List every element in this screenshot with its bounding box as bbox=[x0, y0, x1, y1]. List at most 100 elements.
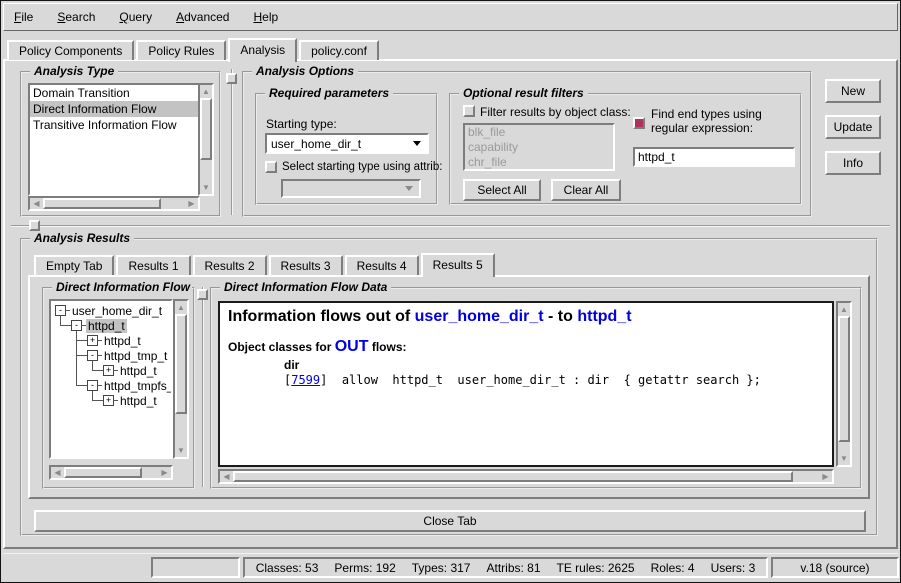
scroll-up-icon[interactable]: ▲ bbox=[200, 85, 212, 98]
rule-number-link[interactable]: 7599 bbox=[291, 373, 320, 387]
scroll-thumb[interactable] bbox=[200, 98, 212, 160]
tree-node-label-selected[interactable]: httpd_t bbox=[86, 319, 127, 333]
object-class-item: capability bbox=[465, 140, 613, 155]
tab-empty-tab[interactable]: Empty Tab bbox=[34, 255, 114, 275]
regex-checkbox[interactable] bbox=[633, 117, 645, 129]
scroll-track[interactable] bbox=[838, 316, 850, 452]
flow-data-hscrollbar[interactable]: ◀ ▶ bbox=[218, 469, 834, 484]
menu-help[interactable]: Help bbox=[253, 10, 278, 24]
tree-node[interactable]: + httpd_t bbox=[51, 333, 171, 348]
select-all-button[interactable]: Select All bbox=[463, 179, 541, 201]
analysis-type-vscrollbar[interactable]: ▲ ▼ bbox=[198, 83, 214, 196]
tab-policy-conf[interactable]: policy.conf bbox=[299, 40, 379, 60]
tab-results-2[interactable]: Results 2 bbox=[193, 255, 267, 275]
tree-node[interactable]: + httpd_t bbox=[51, 363, 171, 378]
starting-type-value: user_home_dir_t bbox=[271, 137, 407, 151]
scroll-down-icon[interactable]: ▼ bbox=[200, 181, 212, 194]
pane-sash-vertical[interactable] bbox=[231, 69, 233, 215]
tree-node-label[interactable]: httpd_t bbox=[118, 364, 159, 378]
results-sash-handle[interactable] bbox=[197, 289, 208, 300]
scroll-track[interactable] bbox=[43, 198, 185, 209]
scroll-right-icon[interactable]: ▶ bbox=[819, 471, 832, 482]
tab-results-4[interactable]: Results 4 bbox=[345, 255, 419, 275]
close-tab-button[interactable]: Close Tab bbox=[34, 510, 866, 532]
scroll-left-icon[interactable]: ◀ bbox=[51, 467, 64, 478]
regex-checkbox-label: Find end types using regular expression: bbox=[651, 107, 796, 135]
scroll-thumb[interactable] bbox=[175, 314, 187, 414]
menu-advanced[interactable]: Advanced bbox=[176, 10, 229, 24]
object-class-listbox-disabled: blk_file capability chr_file bbox=[463, 123, 615, 171]
scroll-up-icon[interactable]: ▲ bbox=[175, 301, 187, 314]
scroll-track[interactable] bbox=[233, 471, 819, 482]
menu-search[interactable]: Search bbox=[57, 10, 95, 24]
tree-node-label[interactable]: httpd_t bbox=[118, 394, 159, 408]
scroll-up-icon[interactable]: ▲ bbox=[838, 303, 850, 316]
scroll-track[interactable] bbox=[64, 467, 158, 478]
scroll-left-icon[interactable]: ◀ bbox=[30, 198, 43, 209]
tree-expander-icon[interactable]: - bbox=[87, 380, 98, 391]
status-version-box: v.18 (source) bbox=[771, 557, 899, 578]
scroll-down-icon[interactable]: ▼ bbox=[838, 452, 850, 465]
analysis-type-option-selected[interactable]: Direct Information Flow bbox=[30, 101, 198, 117]
flow-data-vscrollbar[interactable]: ▲ ▼ bbox=[836, 301, 852, 467]
analysis-type-option[interactable]: Domain Transition bbox=[30, 85, 198, 101]
tree-node[interactable]: -httpd_t bbox=[51, 318, 171, 333]
tab-results-3[interactable]: Results 3 bbox=[269, 255, 343, 275]
regex-input[interactable] bbox=[633, 147, 795, 167]
tab-policy-rules[interactable]: Policy Rules bbox=[136, 40, 226, 60]
pane-sash-handle[interactable] bbox=[226, 73, 237, 84]
menu-file[interactable]: File bbox=[14, 10, 33, 24]
tab-analysis[interactable]: Analysis bbox=[228, 38, 297, 62]
flow-tree-hscrollbar[interactable]: ◀ ▶ bbox=[49, 465, 173, 480]
scroll-thumb[interactable] bbox=[64, 467, 142, 478]
stat-classes: Classes: 53 bbox=[256, 561, 319, 575]
tree-node[interactable]: -httpd_tmpfs_t bbox=[51, 378, 171, 393]
analysis-type-option[interactable]: Transitive Information Flow bbox=[30, 117, 198, 133]
starting-type-combobox[interactable]: user_home_dir_t bbox=[265, 133, 429, 154]
attrib-checkbox[interactable] bbox=[265, 161, 277, 173]
tree-node-label[interactable]: httpd_t bbox=[102, 334, 143, 348]
scroll-track[interactable] bbox=[200, 98, 212, 181]
tab-policy-components[interactable]: Policy Components bbox=[7, 40, 134, 60]
tab-results-5[interactable]: Results 5 bbox=[421, 253, 495, 277]
scroll-right-icon[interactable]: ▶ bbox=[158, 467, 171, 478]
tab-results-1[interactable]: Results 1 bbox=[116, 255, 190, 275]
tree-node-label[interactable]: user_home_dir_t bbox=[70, 304, 164, 318]
tree-node[interactable]: -user_home_dir_t bbox=[51, 303, 171, 318]
analysis-results-title: Analysis Results bbox=[30, 231, 134, 245]
pane-sash-handle[interactable] bbox=[29, 220, 40, 231]
info-button[interactable]: Info bbox=[825, 151, 881, 175]
tree-node-label[interactable]: httpd_tmpfs_t bbox=[102, 379, 173, 393]
scroll-thumb[interactable] bbox=[43, 198, 161, 209]
object-class-filter-label: Filter results by object class: bbox=[480, 105, 631, 119]
tree-expander-icon[interactable]: - bbox=[87, 350, 98, 361]
scroll-down-icon[interactable]: ▼ bbox=[175, 444, 187, 457]
scroll-thumb[interactable] bbox=[838, 316, 850, 442]
scroll-thumb[interactable] bbox=[233, 471, 793, 482]
analysis-type-hscrollbar[interactable]: ◀ ▶ bbox=[28, 196, 200, 211]
tree-expander-icon[interactable]: + bbox=[103, 365, 114, 376]
menu-query[interactable]: Query bbox=[119, 10, 152, 24]
flow-tree[interactable]: -user_home_dir_t -httpd_t +httpd_t -http… bbox=[49, 299, 173, 459]
tree-expander-icon[interactable]: - bbox=[55, 305, 66, 316]
tree-node[interactable]: + httpd_t bbox=[51, 393, 171, 408]
scroll-right-icon[interactable]: ▶ bbox=[185, 198, 198, 209]
analysis-type-listbox[interactable]: Domain Transition Direct Information Flo… bbox=[28, 83, 200, 196]
tree-node-label[interactable]: httpd_tmp_t bbox=[102, 349, 169, 363]
flow-tree-vscrollbar[interactable]: ▲ ▼ bbox=[173, 299, 189, 459]
new-button[interactable]: New bbox=[825, 79, 881, 103]
starting-type-label: Starting type: bbox=[266, 117, 337, 131]
chevron-down-icon[interactable] bbox=[413, 141, 421, 146]
object-class-filter-checkbox[interactable] bbox=[463, 105, 475, 117]
tree-expander-icon[interactable]: - bbox=[71, 320, 82, 331]
update-button[interactable]: Update bbox=[825, 115, 881, 139]
tree-expander-icon[interactable]: + bbox=[103, 395, 114, 406]
pane-sash-horizontal[interactable] bbox=[11, 225, 890, 227]
scroll-left-icon[interactable]: ◀ bbox=[220, 471, 233, 482]
clear-all-button[interactable]: Clear All bbox=[551, 179, 621, 201]
scroll-track[interactable] bbox=[175, 314, 187, 444]
tree-node[interactable]: -httpd_tmp_t bbox=[51, 348, 171, 363]
tree-expander-icon[interactable]: + bbox=[87, 335, 98, 346]
results-sash-vertical[interactable] bbox=[202, 287, 204, 487]
flow-data-textarea[interactable]: Information flows out of user_home_dir_t… bbox=[218, 301, 834, 467]
